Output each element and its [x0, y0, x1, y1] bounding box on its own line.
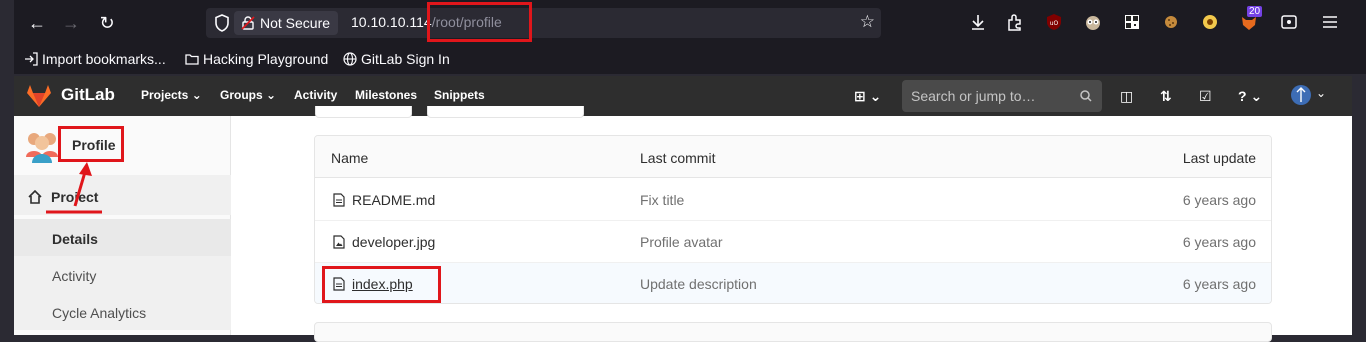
- gitlab-navbar: GitLab Projects ⌄ Groups ⌄ Activity Mile…: [14, 76, 1352, 116]
- column-name: Name: [331, 150, 369, 166]
- bookmark-gitlab-sign-in[interactable]: GitLab Sign In: [343, 51, 450, 67]
- nav-snippets[interactable]: Snippets: [434, 88, 485, 102]
- toolbar-button[interactable]: [427, 106, 584, 118]
- search-input[interactable]: Search or jump to…: [902, 80, 1102, 112]
- column-last-update: Last update: [1182, 150, 1256, 166]
- svg-text:uO: uO: [1050, 20, 1059, 27]
- avatar: [1291, 85, 1311, 105]
- commit-message-link[interactable]: Fix title: [640, 192, 684, 208]
- page-body: Profile Project Details Activity Cycle A…: [14, 106, 1352, 342]
- owl-extension-icon[interactable]: [1083, 12, 1103, 32]
- browser-toolbar: ← → ↻ Not Secure 10.10.10.114/root/profi…: [14, 0, 1366, 46]
- insecure-lock-icon: [241, 16, 255, 30]
- folder-icon: [185, 54, 199, 65]
- extension-badge: 20: [1247, 6, 1263, 17]
- nav-milestones[interactable]: Milestones: [355, 88, 417, 102]
- merge-requests-icon[interactable]: ⇅: [1160, 88, 1172, 105]
- last-update: 6 years ago: [1182, 276, 1256, 292]
- shield-icon[interactable]: [214, 14, 230, 32]
- bookmark-label: Import bookmarks...: [42, 51, 166, 67]
- forward-button[interactable]: →: [60, 12, 82, 34]
- not-secure-label: Not Secure: [260, 15, 331, 31]
- extensions-icon[interactable]: [1005, 12, 1025, 32]
- search-placeholder: Search or jump to…: [911, 88, 1036, 104]
- reload-button[interactable]: ↻: [96, 12, 118, 34]
- table-row[interactable]: README.md Fix title 6 years ago: [315, 179, 1271, 221]
- nav-activity[interactable]: Activity: [294, 88, 337, 102]
- last-update: 6 years ago: [1182, 192, 1256, 208]
- gitlab-logo-icon[interactable]: [26, 84, 52, 108]
- gitlab-brand[interactable]: GitLab: [61, 85, 115, 105]
- toolbar-button[interactable]: [315, 106, 412, 118]
- globe-icon: [343, 52, 357, 66]
- annotation-arrow: [46, 162, 102, 214]
- file-name-link[interactable]: README.md: [352, 192, 435, 208]
- sidebar-item-cycle-analytics[interactable]: Cycle Analytics: [14, 293, 231, 330]
- file-text-icon: [333, 193, 345, 207]
- search-icon: [1080, 90, 1092, 102]
- readme-panel: [314, 322, 1272, 342]
- import-icon: [25, 52, 38, 66]
- sidebar-item-label: Details: [52, 231, 98, 247]
- qr-code-icon[interactable]: [1122, 12, 1142, 32]
- nav-projects[interactable]: Projects ⌄: [141, 88, 202, 102]
- nav-label: Projects: [141, 88, 189, 102]
- file-image-icon: [333, 235, 345, 249]
- bookmark-label: GitLab Sign In: [361, 51, 450, 67]
- sidebar-item-label: Cycle Analytics: [52, 305, 147, 321]
- new-dropdown-icon[interactable]: ⊞ ⌄: [854, 88, 881, 105]
- table-header: Name Last commit Last update: [315, 136, 1271, 178]
- bookmark-import[interactable]: Import bookmarks...: [24, 51, 166, 67]
- url-path-highlight: [427, 2, 532, 42]
- url-bar[interactable]: Not Secure 10.10.10.114/root/profile ☆: [206, 8, 881, 38]
- back-button[interactable]: ←: [26, 12, 48, 34]
- cookie-icon[interactable]: [1161, 12, 1181, 32]
- commit-message-link[interactable]: Update description: [640, 276, 757, 292]
- project-avatar[interactable]: [24, 127, 60, 163]
- nav-groups[interactable]: Groups ⌄: [220, 88, 276, 102]
- commit-message-link[interactable]: Profile avatar: [640, 234, 722, 250]
- index-php-highlight: [322, 266, 441, 303]
- profile-highlight: [58, 126, 124, 162]
- scrollbar[interactable]: [1352, 76, 1366, 335]
- url-host: 10.10.10.114: [351, 14, 432, 30]
- downloads-icon[interactable]: [968, 12, 988, 32]
- containers-icon[interactable]: [1279, 12, 1299, 32]
- file-tree-table: Name Last commit Last update README.md F…: [314, 135, 1272, 304]
- menu-icon[interactable]: [1320, 12, 1340, 32]
- last-update: 6 years ago: [1182, 234, 1256, 250]
- not-secure-indicator[interactable]: Not Secure: [234, 11, 339, 35]
- user-menu[interactable]: ⌄: [1290, 84, 1330, 108]
- chevron-down-icon: ⌄: [1316, 86, 1327, 100]
- ublock-icon[interactable]: uO: [1044, 12, 1064, 32]
- nav-label: Groups: [220, 88, 263, 102]
- table-row[interactable]: index.php Update description 6 years ago: [315, 263, 1271, 303]
- wappalyzer-icon[interactable]: [1200, 12, 1220, 32]
- column-last-commit: Last commit: [640, 150, 716, 166]
- foxyproxy-extension[interactable]: 20: [1239, 6, 1263, 32]
- bookmarks-bar: Import bookmarks... Hacking Playground G…: [14, 46, 1366, 74]
- sidebar-toggle-icon[interactable]: ◫: [1120, 88, 1133, 105]
- table-row[interactable]: developer.jpg Profile avatar 6 years ago: [315, 221, 1271, 263]
- bookmark-hacking-playground[interactable]: Hacking Playground: [185, 51, 328, 67]
- sidebar-item-label: Activity: [52, 268, 97, 284]
- todos-icon[interactable]: ☑: [1199, 88, 1212, 105]
- bookmark-label: Hacking Playground: [203, 51, 329, 67]
- sidebar-item-details[interactable]: Details: [14, 219, 231, 256]
- help-icon[interactable]: ? ⌄: [1238, 88, 1262, 105]
- sidebar-item-activity[interactable]: Activity: [14, 256, 231, 293]
- bookmark-star-icon[interactable]: ☆: [860, 12, 875, 32]
- file-name-link[interactable]: developer.jpg: [352, 234, 435, 250]
